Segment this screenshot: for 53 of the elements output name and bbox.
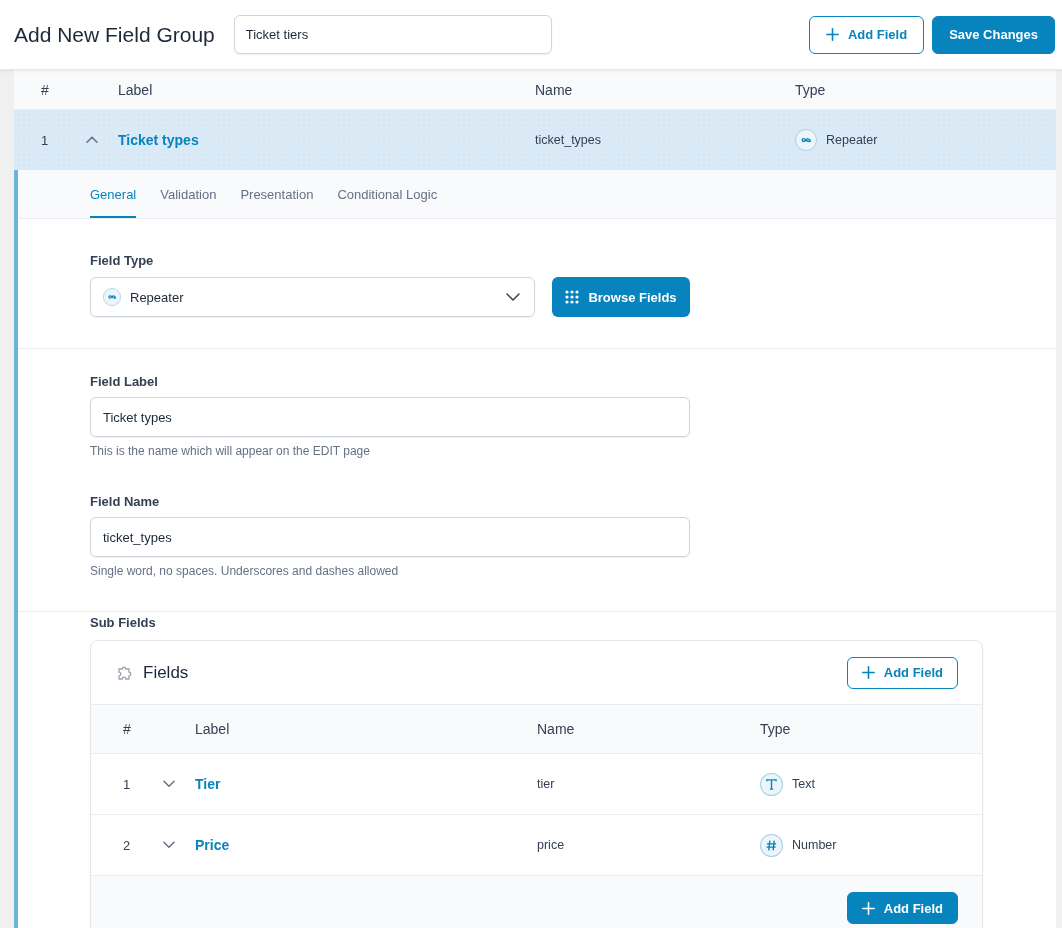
field-name-cell-text: tier [537, 777, 556, 791]
browse-fields-button[interactable]: Browse Fields [552, 277, 690, 317]
add-field-button[interactable]: Add Field [808, 15, 925, 54]
row-number: 2 [123, 837, 132, 853]
field-label-link[interactable]: Tier [195, 776, 221, 792]
chevron-down-icon[interactable] [163, 780, 175, 788]
help-text: Single word, no spaces. Underscores and dashes allowed [90, 564, 400, 578]
chevron-down-icon [506, 293, 520, 301]
setting-label: Field Label [90, 374, 159, 390]
setting-label: Sub Fields [90, 615, 157, 631]
grid-dots-icon [565, 290, 580, 304]
chevron-down-icon[interactable] [163, 841, 175, 849]
field-name-cell-text: ticket_types [535, 133, 602, 147]
column-header: Type [760, 721, 792, 737]
settings-tab[interactable]: Conditional Logic [337, 170, 438, 218]
card-title: Fields [143, 662, 189, 683]
column-header: Type [795, 81, 827, 98]
infinity-icon [103, 288, 121, 306]
plus-icon [861, 666, 875, 679]
plus-icon [861, 901, 875, 915]
page-title: Add New Field Group [14, 22, 215, 47]
infinity-icon [795, 129, 817, 151]
row-number: 1 [123, 776, 132, 792]
field-label-link[interactable]: Price [195, 837, 230, 853]
plus-icon [825, 28, 839, 41]
settings-tab[interactable]: Validation [160, 170, 217, 218]
field-type-cell: Text [792, 777, 815, 791]
field-type-select[interactable]: Repeater [90, 277, 535, 317]
column-header: Name [537, 721, 576, 737]
add-field-button[interactable]: Add Field [846, 892, 958, 924]
settings-tab[interactable]: General [90, 170, 137, 218]
add-field-button[interactable]: Add Field [846, 656, 958, 689]
chevron-up-icon[interactable] [86, 136, 98, 144]
setting-label: Field Name [90, 494, 161, 510]
setting-label: Field Type [90, 253, 155, 269]
row-number: 1 [41, 132, 50, 148]
save-changes-button[interactable]: Save Changes [932, 15, 1055, 54]
column-header: Label [195, 721, 231, 737]
input-field[interactable]: Ticket types [90, 397, 690, 437]
title-field[interactable]: Ticket tiers [233, 15, 552, 54]
column-header: Label [118, 81, 154, 98]
help-text: This is the name which will appear on the EDIT page [90, 444, 371, 458]
column-header: # [123, 721, 132, 737]
input-field[interactable]: ticket_types [90, 517, 690, 557]
hash-icon [760, 833, 783, 857]
letter-t-icon [760, 772, 783, 796]
column-header: Name [535, 81, 574, 98]
field-label-link[interactable]: Ticket types [118, 132, 199, 148]
field-type-cell: Number [792, 838, 837, 852]
settings-tab[interactable]: Presentation [240, 170, 314, 218]
column-header: # [41, 81, 50, 98]
field-name-cell-text: price [537, 838, 566, 852]
field-type-cell: Repeater [826, 133, 878, 147]
